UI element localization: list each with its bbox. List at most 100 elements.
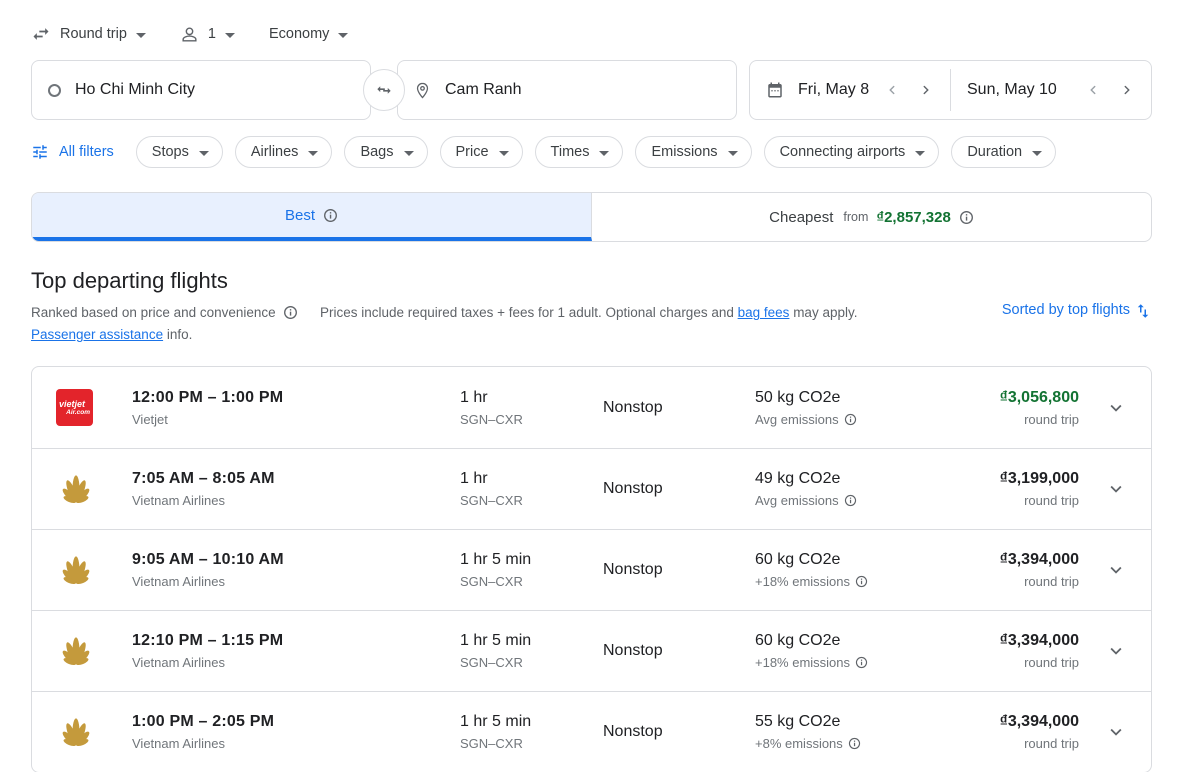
info-icon[interactable] xyxy=(848,737,861,750)
best-tab-label: Best xyxy=(285,207,315,224)
duration-cell: 1 hr 5 min SGN–CXR xyxy=(460,632,603,670)
flight-row[interactable]: 1:00 PM – 2:05 PM Vietnam Airlines 1 hr … xyxy=(32,691,1151,772)
co2-amount: 49 kg CO2e xyxy=(755,470,915,488)
tune-icon xyxy=(31,143,49,161)
results-disclaimer: Ranked based on price and convenience Pr… xyxy=(31,302,857,346)
return-date-field[interactable]: Sun, May 10 xyxy=(951,61,1151,119)
prices-text: Prices include required taxes + fees for… xyxy=(320,305,734,320)
result-tabs: Best Cheapest from ₫2,857,328 xyxy=(31,192,1152,242)
trip-type-label: Round trip xyxy=(60,26,127,42)
price: ₫3,199,000 xyxy=(915,470,1079,488)
filter-chip-price[interactable]: Price xyxy=(440,136,523,168)
route: SGN–CXR xyxy=(460,412,603,427)
origin-input[interactable]: Ho Chi Minh City xyxy=(31,60,371,120)
flight-times: 7:05 AM – 8:05 AM xyxy=(132,470,460,488)
passenger-assistance-link[interactable]: Passenger assistance xyxy=(31,327,163,342)
filters-bar: All filters Stops Airlines Bags Price Ti… xyxy=(31,136,1152,168)
filter-chip-airlines[interactable]: Airlines xyxy=(235,136,333,168)
flight-row[interactable]: 9:05 AM – 10:10 AM Vietnam Airlines 1 hr… xyxy=(32,529,1151,610)
tab-cheapest[interactable]: Cheapest from ₫2,857,328 xyxy=(592,193,1151,241)
duration: 1 hr 5 min xyxy=(460,632,603,650)
origin-circle-icon xyxy=(48,84,61,97)
emissions-cell: 55 kg CO2e +8% emissions xyxy=(755,713,915,751)
expand-flight-button[interactable] xyxy=(1079,640,1127,662)
info-icon[interactable] xyxy=(323,208,338,223)
departure-date-field[interactable]: Fri, May 8 xyxy=(750,61,950,119)
passenger-select[interactable]: 1 xyxy=(180,25,235,44)
trip-options-bar: Round trip 1 Economy xyxy=(31,22,1152,46)
chip-label: Connecting airports xyxy=(780,144,906,160)
vietnam-airlines-lotus-logo xyxy=(56,712,96,748)
departing-flights-list: vietjet Air.com 12:00 PM – 1:00 PM Vietj… xyxy=(31,366,1152,772)
chevron-down-icon xyxy=(1105,640,1127,662)
price-cell: ₫3,056,800 round trip xyxy=(915,389,1079,427)
filter-chip-bags[interactable]: Bags xyxy=(344,136,427,168)
flight-times: 12:00 PM – 1:00 PM xyxy=(132,389,460,407)
duration: 1 hr 5 min xyxy=(460,551,603,569)
round-trip-swap-icon xyxy=(31,24,51,44)
expand-flight-button[interactable] xyxy=(1079,478,1127,500)
price: ₫3,394,000 xyxy=(915,632,1079,650)
vietnam-airlines-lotus-logo xyxy=(56,550,96,586)
cabin-class-select[interactable]: Economy xyxy=(269,26,348,42)
all-filters-button[interactable]: All filters xyxy=(31,143,114,161)
filter-chip-connecting-airports[interactable]: Connecting airports xyxy=(764,136,940,168)
airline-logo xyxy=(56,469,132,510)
price-cell: ₫3,394,000 round trip xyxy=(915,632,1079,670)
info-icon[interactable] xyxy=(283,305,298,320)
flight-row[interactable]: vietjet Air.com 12:00 PM – 1:00 PM Vietj… xyxy=(32,367,1151,448)
price: ₫3,394,000 xyxy=(915,713,1079,731)
expand-flight-button[interactable] xyxy=(1079,721,1127,743)
price-note: round trip xyxy=(915,574,1079,589)
chevron-down-icon xyxy=(404,151,414,156)
info-icon[interactable] xyxy=(959,210,974,225)
vietjet-logo: vietjet Air.com xyxy=(56,389,93,426)
departure-next-day-button[interactable] xyxy=(912,76,940,104)
filter-chip-stops[interactable]: Stops xyxy=(136,136,223,168)
airline-name: Vietnam Airlines xyxy=(132,655,460,670)
expand-flight-button[interactable] xyxy=(1079,559,1127,581)
return-prev-day-button[interactable] xyxy=(1079,76,1107,104)
price-note: round trip xyxy=(915,412,1079,427)
airline-name: Vietnam Airlines xyxy=(132,493,460,508)
duration-cell: 1 hr SGN–CXR xyxy=(460,470,603,508)
duration-cell: 1 hr 5 min SGN–CXR xyxy=(460,551,603,589)
trip-type-select[interactable]: Round trip xyxy=(31,24,146,44)
filter-chip-emissions[interactable]: Emissions xyxy=(635,136,751,168)
info-icon[interactable] xyxy=(855,656,868,669)
info-icon[interactable] xyxy=(855,575,868,588)
flight-row[interactable]: 7:05 AM – 8:05 AM Vietnam Airlines 1 hr … xyxy=(32,448,1151,529)
co2-amount: 50 kg CO2e xyxy=(755,389,915,407)
logo-text: Air.com xyxy=(59,409,90,417)
chip-label: Price xyxy=(456,144,489,160)
chevron-down-icon xyxy=(1105,559,1127,581)
price-cell: ₫3,199,000 round trip xyxy=(915,470,1079,508)
bag-fees-link[interactable]: bag fees xyxy=(738,305,790,320)
chevron-down-icon xyxy=(1032,151,1042,156)
chevron-down-icon xyxy=(915,151,925,156)
logo-text: vietjet xyxy=(59,400,90,409)
swap-route-button[interactable] xyxy=(363,69,405,111)
filter-chip-duration[interactable]: Duration xyxy=(951,136,1056,168)
cheapest-price: ₫2,857,328 xyxy=(876,209,950,226)
flight-row[interactable]: 12:10 PM – 1:15 PM Vietnam Airlines 1 hr… xyxy=(32,610,1151,691)
cheapest-from-label: from xyxy=(843,210,868,224)
destination-input[interactable]: Cam Ranh xyxy=(397,60,737,120)
expand-flight-button[interactable] xyxy=(1079,397,1127,419)
price: ₫3,394,000 xyxy=(915,551,1079,569)
sort-by-button[interactable]: Sorted by top flights xyxy=(1002,302,1152,346)
chevron-down-icon xyxy=(599,151,609,156)
chevron-down-icon xyxy=(338,33,348,38)
chip-label: Emissions xyxy=(651,144,717,160)
tab-best[interactable]: Best xyxy=(32,193,592,241)
route-inputs: Ho Chi Minh City Cam Ranh xyxy=(31,60,737,120)
chip-label: Airlines xyxy=(251,144,299,160)
filter-chip-times[interactable]: Times xyxy=(535,136,624,168)
departure-prev-day-button[interactable] xyxy=(878,76,906,104)
stops: Nonstop xyxy=(603,723,755,741)
co2-amount: 55 kg CO2e xyxy=(755,713,915,731)
info-icon[interactable] xyxy=(844,413,857,426)
return-next-day-button[interactable] xyxy=(1113,76,1141,104)
info-icon[interactable] xyxy=(844,494,857,507)
co2-amount: 60 kg CO2e xyxy=(755,551,915,569)
